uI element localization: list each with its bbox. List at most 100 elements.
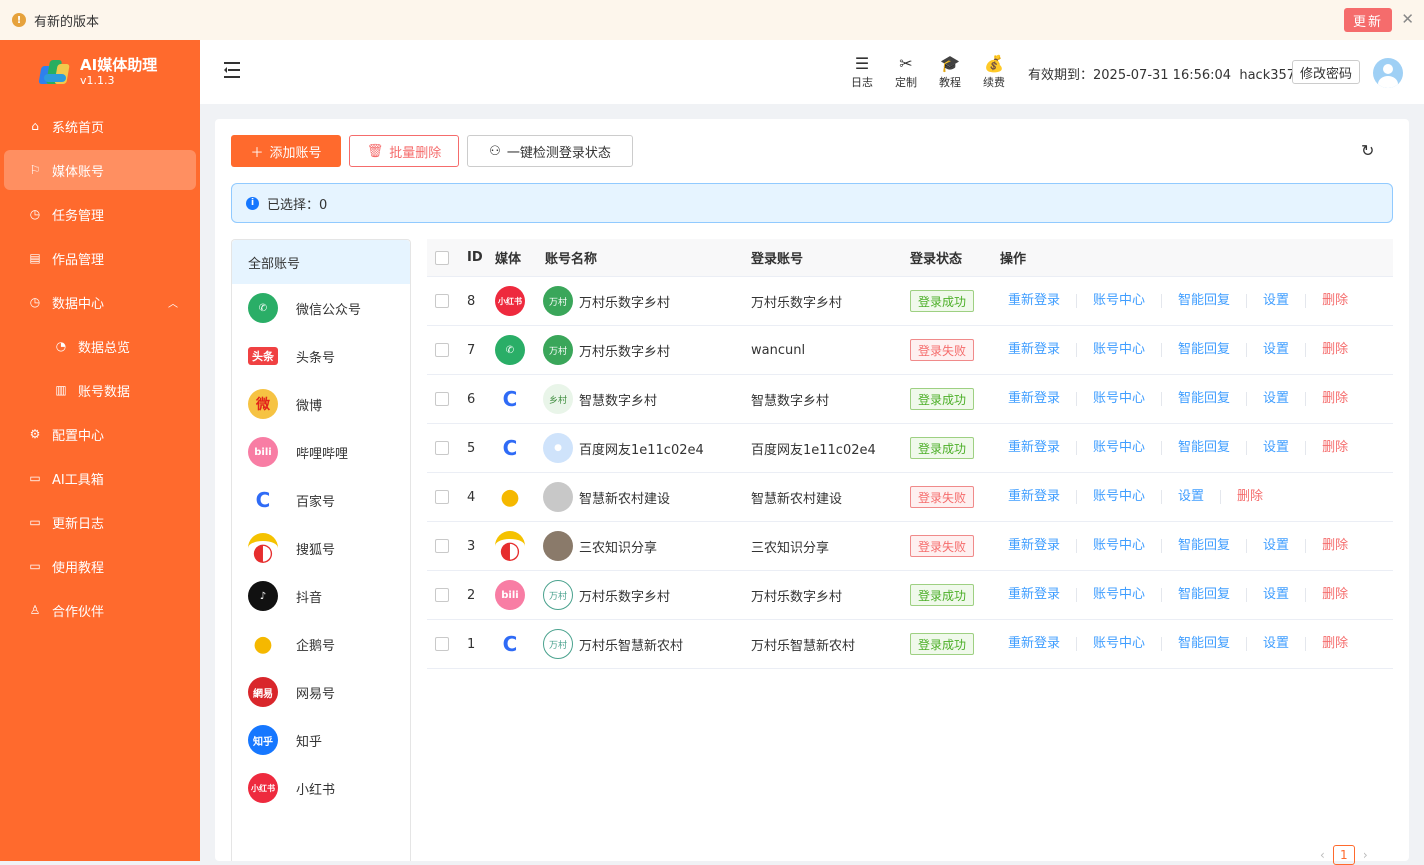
platform-item-toutiao[interactable]: 头条 头条号 <box>232 332 410 380</box>
sidebar-menu: ⌂ 系统首页 ⚐ 媒体账号 ◷ 任务管理 ▤ 作品管理 ◷ 数据中心 ︿ ◔ 数据总览 ▥ 账号数据 ⚙ 配置中… <box>4 106 196 634</box>
prev-page-icon[interactable]: ‹ <box>1320 848 1325 862</box>
delete-link[interactable]: 删除 <box>1306 343 1364 357</box>
sidebar-item-label: 作品管理 <box>52 252 105 268</box>
row-checkbox[interactable] <box>435 441 449 455</box>
bar-chart-icon: ▥ <box>55 383 67 397</box>
page-current[interactable]: 1 <box>1332 845 1355 865</box>
platform-item-weibo[interactable]: 微 微博 <box>232 380 410 428</box>
header-tool-2[interactable]: 🎓 教程 <box>928 54 972 90</box>
book-icon: ▭ <box>29 471 41 485</box>
reply-link[interactable]: 智能回复 <box>1162 539 1248 553</box>
center-link[interactable]: 账号中心 <box>1077 392 1163 406</box>
header-login: 登录账号 <box>751 252 804 267</box>
sidebar-item-11[interactable]: ♙ 合作伙伴 <box>4 590 196 630</box>
row-checkbox[interactable] <box>435 637 449 651</box>
check-login-button[interactable]: ⚇ 一键检测登录状态 <box>467 135 633 167</box>
sohu-icon: ◐ <box>248 533 278 563</box>
reply-link[interactable]: 智能回复 <box>1162 637 1248 651</box>
delete-link[interactable]: 删除 <box>1306 441 1364 455</box>
delete-link[interactable]: 删除 <box>1221 490 1279 504</box>
next-page-icon[interactable]: › <box>1363 848 1368 862</box>
delete-link[interactable]: 删除 <box>1306 539 1364 553</box>
delete-link[interactable]: 删除 <box>1306 294 1364 308</box>
settings-link[interactable]: 设置 <box>1247 294 1307 308</box>
settings-link[interactable]: 设置 <box>1247 343 1307 357</box>
relogin-link[interactable]: 重新登录 <box>1000 294 1078 308</box>
relogin-link[interactable]: 重新登录 <box>1000 539 1078 553</box>
delete-link[interactable]: 删除 <box>1306 637 1364 651</box>
close-icon[interactable]: ✕ <box>1401 10 1414 28</box>
relogin-link[interactable]: 重新登录 <box>1000 392 1078 406</box>
platform-item-bilibili[interactable]: bili 哔哩哔哩 <box>232 428 410 476</box>
row-checkbox[interactable] <box>435 490 449 504</box>
platform-item-wechat[interactable]: ✆ 微信公众号 <box>232 284 410 332</box>
sidebar-item-10[interactable]: ▭ 使用教程 <box>4 546 196 586</box>
settings-link[interactable]: 设置 <box>1247 637 1307 651</box>
relogin-link[interactable]: 重新登录 <box>1000 588 1078 602</box>
account-avatar <box>543 482 573 512</box>
sidebar-item-0[interactable]: ⌂ 系统首页 <box>4 106 196 146</box>
platform-all[interactable]: 全部账号 <box>232 240 410 284</box>
update-button[interactable]: 更新 <box>1343 8 1392 32</box>
center-link[interactable]: 账号中心 <box>1077 294 1163 308</box>
platform-item-baijiahao[interactable]: C 百家号 <box>232 476 410 524</box>
settings-link[interactable]: 设置 <box>1162 490 1222 504</box>
change-password-button[interactable]: 修改密码 <box>1292 60 1361 84</box>
sidebar-item-9[interactable]: ▭ 更新日志 <box>4 502 196 542</box>
batch-delete-button[interactable]: 🗑 批量删除 <box>349 135 459 167</box>
center-link[interactable]: 账号中心 <box>1077 637 1163 651</box>
relogin-link[interactable]: 重新登录 <box>1000 343 1078 357</box>
platform-item-zhihu[interactable]: 知乎 知乎 <box>232 716 410 764</box>
row-id: 5 <box>467 440 476 456</box>
delete-link[interactable]: 删除 <box>1306 392 1364 406</box>
menu-toggle-icon[interactable] <box>224 62 242 78</box>
relogin-link[interactable]: 重新登录 <box>1000 441 1078 455</box>
pagination: ‹ 1 › <box>1320 845 1368 865</box>
check-login-label: 一键检测登录状态 <box>506 145 611 161</box>
settings-link[interactable]: 设置 <box>1247 392 1307 406</box>
center-link[interactable]: 账号中心 <box>1077 539 1163 553</box>
settings-link[interactable]: 设置 <box>1247 539 1307 553</box>
sidebar-item-5[interactable]: ◔ 数据总览 <box>4 326 196 366</box>
user-avatar[interactable] <box>1373 58 1403 88</box>
reply-link[interactable]: 智能回复 <box>1162 588 1248 602</box>
reply-link[interactable]: 智能回复 <box>1162 343 1248 357</box>
settings-link[interactable]: 设置 <box>1247 441 1307 455</box>
header-tool-1[interactable]: ✂ 定制 <box>884 54 928 90</box>
platform-item-qie[interactable]: ● 企鹅号 <box>232 620 410 668</box>
expiry-info: 有效期到：2025-07-31 16:56:04 hack357 <box>1028 64 1295 83</box>
platform-item-sohu[interactable]: ◐ 搜狐号 <box>232 524 410 572</box>
settings-link[interactable]: 设置 <box>1247 588 1307 602</box>
main-card: ＋ 添加账号 🗑 批量删除 ⚇ 一键检测登录状态 ↻ i 已选择：0 全部账号 ✆ 微信… <box>215 119 1409 865</box>
row-checkbox[interactable] <box>435 343 449 357</box>
center-link[interactable]: 账号中心 <box>1077 490 1163 504</box>
header-tool-0[interactable]: ☰ 日志 <box>840 54 884 90</box>
row-checkbox[interactable] <box>435 294 449 308</box>
platform-item-netease[interactable]: 網易 网易号 <box>232 668 410 716</box>
reply-link[interactable]: 智能回复 <box>1162 441 1248 455</box>
center-link[interactable]: 账号中心 <box>1077 343 1163 357</box>
sidebar-item-7[interactable]: ⚙ 配置中心 <box>4 414 196 454</box>
reply-link[interactable]: 智能回复 <box>1162 392 1248 406</box>
sidebar-item-8[interactable]: ▭ AI工具箱 <box>4 458 196 498</box>
center-link[interactable]: 账号中心 <box>1077 441 1163 455</box>
row-checkbox[interactable] <box>435 392 449 406</box>
delete-link[interactable]: 删除 <box>1306 588 1364 602</box>
header-tool-3[interactable]: 💰 续费 <box>972 54 1016 90</box>
platform-item-douyin[interactable]: ♪ 抖音 <box>232 572 410 620</box>
platform-item-xiaohongshu[interactable]: 小红书 小红书 <box>232 764 410 812</box>
row-checkbox[interactable] <box>435 588 449 602</box>
center-link[interactable]: 账号中心 <box>1077 588 1163 602</box>
sidebar-item-6[interactable]: ▥ 账号数据 <box>4 370 196 410</box>
sidebar-item-1[interactable]: ⚐ 媒体账号 <box>4 150 196 190</box>
row-checkbox[interactable] <box>435 539 449 553</box>
relogin-link[interactable]: 重新登录 <box>1000 637 1078 651</box>
sidebar-item-4[interactable]: ◷ 数据中心 ︿ <box>4 282 196 322</box>
reply-link[interactable]: 智能回复 <box>1162 294 1248 308</box>
sidebar-item-3[interactable]: ▤ 作品管理 <box>4 238 196 278</box>
add-account-button[interactable]: ＋ 添加账号 <box>231 135 341 167</box>
select-all-checkbox[interactable] <box>435 250 449 265</box>
relogin-link[interactable]: 重新登录 <box>1000 490 1078 504</box>
sidebar-item-2[interactable]: ◷ 任务管理 <box>4 194 196 234</box>
refresh-icon[interactable]: ↻ <box>1361 141 1374 160</box>
